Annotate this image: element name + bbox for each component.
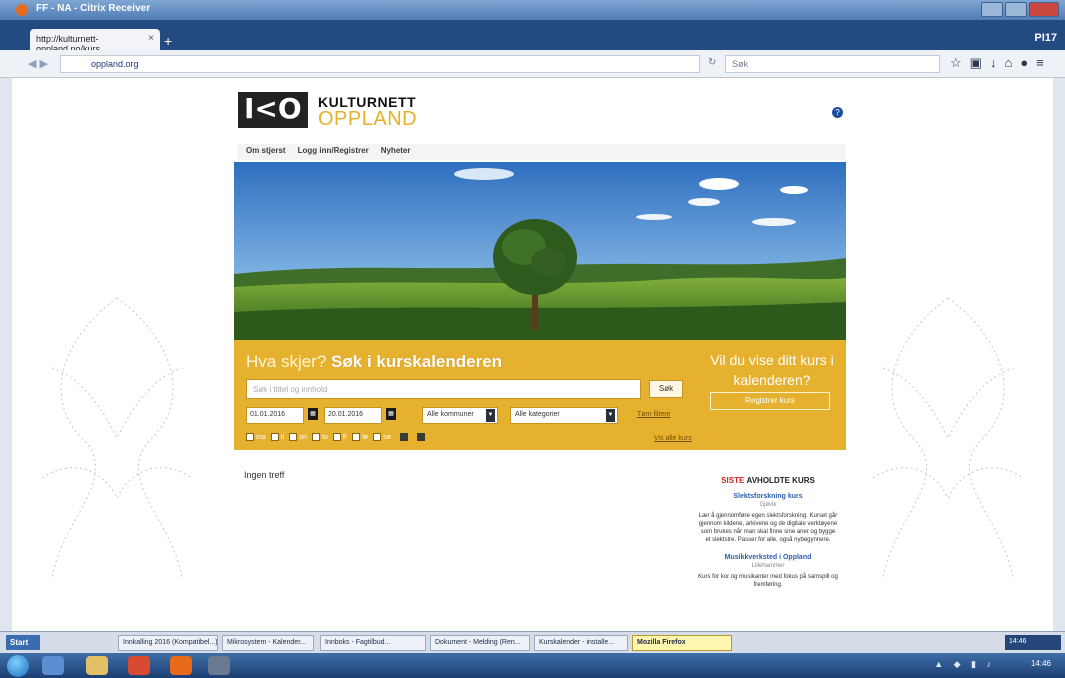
home-icon[interactable]: ⌂ [1004,55,1012,71]
citrix-pinned-icon[interactable] [208,656,230,675]
browser-tabbar: http://kulturnett-oppland.no/kurs × + PI… [0,20,1065,54]
course-title-link[interactable]: Slektsforskning kurs [698,493,838,500]
media-pinned-icon[interactable] [128,656,150,675]
download-icon[interactable]: ↓ [990,55,997,71]
date-from-field[interactable]: 01.01.2016 [246,407,304,424]
weekday-checkboxes: ma ti on to fr lø sø [246,433,425,441]
view-grid-icon[interactable] [399,433,408,441]
close-window-button[interactable] [1029,2,1059,17]
taskbar-item[interactable]: Innkalling 2016 (Kompatibel...) [118,635,218,651]
start-button[interactable]: Start [6,635,40,650]
register-course-button[interactable]: Registrer kurs [710,392,830,410]
search-heading-bold: Søk i kurskalenderen [331,352,503,371]
hero-image [234,162,846,340]
system-clock: 14:46 [1030,659,1051,668]
toolbar-icons: ☆ ▣ ↓ ⌂ ● ≡ [950,55,1044,71]
weekday-checkbox[interactable]: sø [373,433,391,441]
weekday-checkbox[interactable]: on [289,433,307,441]
citrix-app-icon [16,4,28,16]
new-tab-button[interactable]: + [164,33,172,49]
course-search-input[interactable]: Søk i tittel og innhold [246,379,641,399]
sidebar-heading-prefix: SISTE [721,476,745,485]
window-titlebar: FF - NA - Citrix Receiver [0,0,1065,20]
date-to-field[interactable]: 20.01.2016 [324,407,382,424]
menu-icon[interactable]: ≡ [1036,55,1044,71]
taskbar-item[interactable]: Dokument - Melding (Ren... [430,635,530,651]
window-controls [981,2,1059,17]
nav-item-news[interactable]: Nyheter [381,146,411,158]
page-viewport: I<O KULTURNETT OPPLAND ? Om stjerst Logg… [12,78,1053,631]
browser-search-placeholder: Søk [732,59,749,69]
logo-mark: I<O [238,92,308,128]
browser-search-input[interactable]: Søk [725,55,940,73]
nav-item-login[interactable]: Logg inn/Registrer [298,146,369,158]
system-tray-icons[interactable]: ▲ ◆ ▮ ♪ [934,659,995,670]
decorative-ornament-left [41,297,193,579]
minimize-button[interactable] [981,2,1003,17]
explorer-pinned-icon[interactable] [86,656,108,675]
weekday-checkbox[interactable]: ti [270,433,284,441]
course-title-link[interactable]: Musikkverksted i Oppland [698,554,838,561]
windows-start-orb[interactable] [7,655,29,677]
logo-line2: OPPLAND [318,108,418,130]
municipality-select[interactable]: Alle kommuner ▼ [422,407,498,424]
site-logo[interactable]: I<O KULTURNETT OPPLAND [238,90,438,140]
reload-icon[interactable]: ↻ [708,57,716,68]
clear-filters-link[interactable]: Tøm filtere [637,411,670,418]
site-nav: Om stjerst Logg inn/Registrer Nyheter [238,144,846,160]
firefox-pinned-icon[interactable] [170,656,192,675]
category-select[interactable]: Alle kategorier ▼ [510,407,618,424]
taskbar-item[interactable]: Mikrosystem - Kalender... [222,635,314,651]
course-search-button[interactable]: Søk [649,380,683,398]
bookmarks-icon[interactable]: ▣ [970,55,982,71]
course-search-panel: Hva skjer? Søk i kurskalenderen Søk i ti… [234,340,846,450]
logo-letters: I<O [244,92,302,125]
back-forward-icons[interactable]: ◀ ▶ [28,57,48,70]
no-results-text: Ingen treff [244,470,285,480]
browser-tab[interactable]: http://kulturnett-oppland.no/kurs × [30,29,160,54]
calendar-icon[interactable]: ▦ [386,408,396,420]
course-description: Kurs for kor og musikanter med fokus på … [698,574,838,588]
taskbar-item[interactable]: Kurskalender - installe... [534,635,628,651]
bookmark-star-icon[interactable]: ☆ [950,55,962,71]
calendar-icon[interactable]: ▦ [308,408,318,420]
tab-close-icon[interactable]: × [148,33,154,44]
maximize-button[interactable] [1005,2,1027,17]
decorative-ornament-right [872,297,1024,579]
course-location: Gjøvik [759,502,777,508]
host-taskbar: ▲ ◆ ▮ ♪ 14:46 [0,653,1065,678]
ie-pinned-icon[interactable] [42,656,64,675]
register-course-heading: Vil du vise ditt kurs i kalenderen? [710,352,834,388]
remote-taskbar: Start Innkalling 2016 (Kompatibel...) Mi… [0,631,1065,653]
browser-navbar: ◀ ▶ oppland.org ↻ Søk ☆ ▣ ↓ ⌂ ● ≡ [0,50,1065,78]
chevron-down-icon: ▼ [486,409,495,422]
municipality-select-value: Alle kommuner [427,411,474,418]
search-heading: Hva skjer? Søk i kurskalenderen [246,352,502,372]
weekday-checkbox[interactable]: fr [332,433,347,441]
view-list-icon[interactable] [416,433,425,441]
course-description: Lær å gjennomføre egen slektsforskning. … [698,513,838,543]
search-heading-light: Hva skjer? [246,352,327,371]
weekday-checkbox[interactable]: lø [352,433,368,441]
help-icon[interactable]: ? [832,107,843,118]
remote-tray-clock: 14:46 [1005,635,1061,650]
course-location: Lillehammer [751,563,785,569]
corner-label: PI17 [1034,32,1057,44]
nav-item-about[interactable]: Om stjerst [246,146,286,158]
window-title: FF - NA - Citrix Receiver [36,3,151,14]
taskbar-item[interactable]: Innboks - Fagtilbud... [320,635,426,651]
address-bar[interactable]: oppland.org [60,55,700,73]
weekday-checkbox[interactable]: to [312,433,328,441]
recent-courses-sidebar: SISTE AVHOLDTE KURS Slektsforskning kurs… [698,476,838,589]
chevron-down-icon: ▼ [606,409,615,422]
show-all-courses-link[interactable]: Vis alle kurs [654,435,692,442]
weekday-checkbox[interactable]: ma [246,433,266,441]
taskbar-item-active[interactable]: Mozilla Firefox [632,635,732,651]
address-bar-url: oppland.org [91,59,139,69]
sidebar-heading: SISTE AVHOLDTE KURS [698,476,838,485]
category-select-value: Alle kategorier [515,411,560,418]
chat-icon[interactable]: ● [1020,55,1028,71]
sidebar-heading-rest: AVHOLDTE KURS [746,476,815,485]
